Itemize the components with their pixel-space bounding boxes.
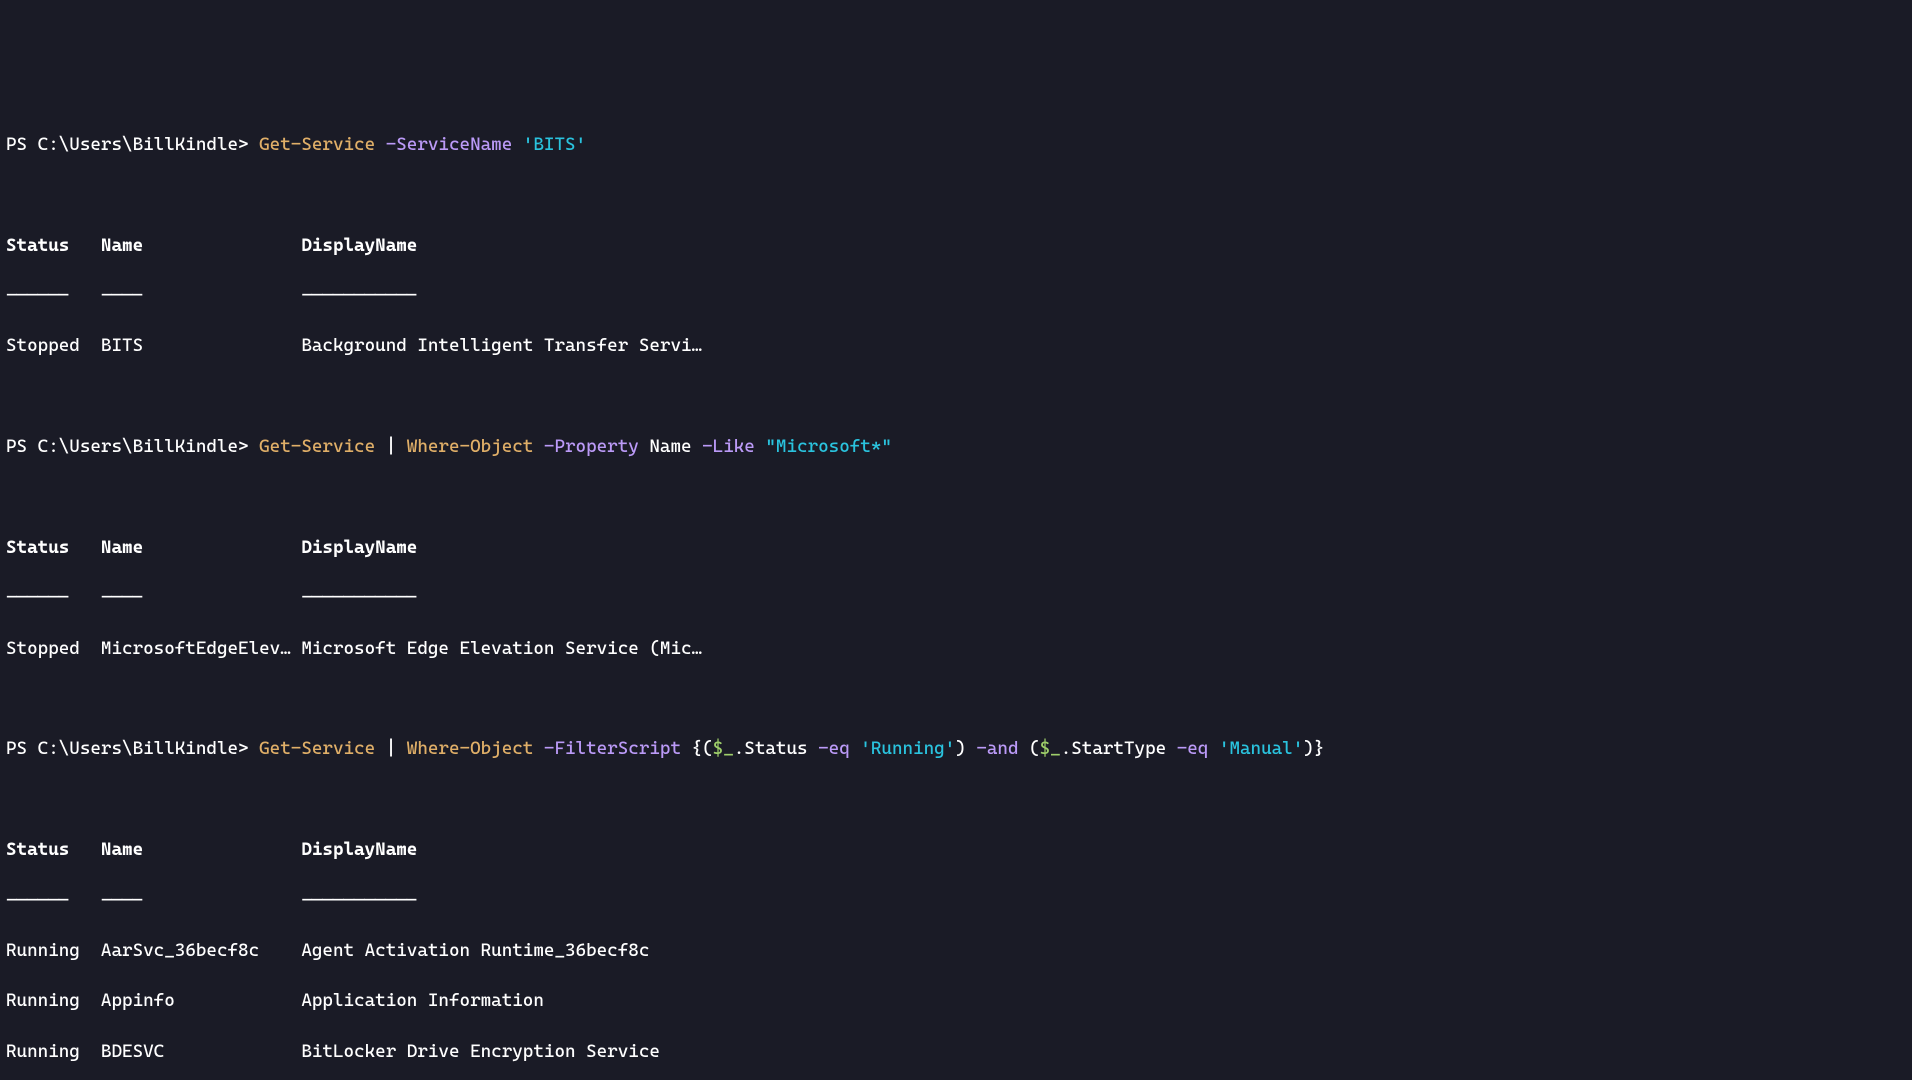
paren: (	[1029, 738, 1040, 759]
col-displayname: DisplayName	[301, 537, 417, 558]
dash: ------	[6, 890, 101, 911]
paren: )	[955, 738, 966, 759]
table-header: Status Name DisplayName	[6, 837, 1906, 862]
parameter: -FilterScript	[544, 738, 681, 759]
command-line-3[interactable]: PS C:\Users\BillKindle> Get-Service | Wh…	[6, 736, 1906, 761]
property: .Status	[734, 738, 808, 759]
dash: -----------	[301, 285, 417, 306]
col-status: Status	[6, 235, 101, 256]
dash: ----	[101, 587, 301, 608]
cell-name: MicrosoftEdgeElev…	[101, 638, 301, 659]
cell-status: Running	[6, 1041, 101, 1062]
table-divider: ------ ---- -----------	[6, 888, 1906, 913]
string-arg: "Microsoft*"	[765, 436, 892, 457]
col-name: Name	[101, 839, 301, 860]
pipe: |	[386, 738, 397, 759]
variable: $_	[1040, 738, 1061, 759]
cell-status: Running	[6, 990, 101, 1011]
terminal-output: PS C:\Users\BillKindle> Get-Service -Ser…	[6, 107, 1906, 1080]
cell-displayname: Background Intelligent Transfer Servi…	[301, 335, 702, 356]
parameter: -ServiceName	[386, 134, 513, 155]
string-arg: 'Manual'	[1219, 738, 1303, 759]
dash: ------	[6, 285, 101, 306]
col-displayname: DisplayName	[301, 235, 417, 256]
table-row: Stopped BITS Background Intelligent Tran…	[6, 333, 1906, 358]
cell-status: Stopped	[6, 638, 101, 659]
cell-displayname: Application Information	[301, 990, 544, 1011]
cmdlet: Where-Object	[407, 738, 534, 759]
operator: -Like	[702, 436, 755, 457]
operator: -eq	[1177, 738, 1209, 759]
cell-displayname: BitLocker Drive Encryption Service	[301, 1041, 660, 1062]
pipe: |	[386, 436, 397, 457]
dash: ------	[6, 587, 101, 608]
cell-status: Stopped	[6, 335, 101, 356]
table-header: Status Name DisplayName	[6, 233, 1906, 258]
cmdlet: Get-Service	[259, 134, 375, 155]
prompt: PS C:\Users\BillKindle>	[6, 738, 259, 759]
cell-displayname: Agent Activation Runtime_36becf8c	[301, 940, 649, 961]
cell-name: Appinfo	[101, 990, 301, 1011]
cmdlet: Where-Object	[407, 436, 534, 457]
col-name: Name	[101, 537, 301, 558]
cell-name: BDESVC	[101, 1041, 301, 1062]
parameter: -Property	[544, 436, 639, 457]
brace: {	[692, 738, 703, 759]
command-line-2[interactable]: PS C:\Users\BillKindle> Get-Service | Wh…	[6, 434, 1906, 459]
cmdlet: Get-Service	[259, 738, 375, 759]
property: .StartType	[1061, 738, 1166, 759]
cell-name: BITS	[101, 335, 301, 356]
property-name: Name	[649, 436, 691, 457]
dash: -----------	[301, 890, 417, 911]
string-arg: 'Running'	[860, 738, 955, 759]
table-row: Stopped MicrosoftEdgeElev… Microsoft Edg…	[6, 636, 1906, 661]
table-divider: ------ ---- -----------	[6, 283, 1906, 308]
table-row: Running Appinfo Application Information	[6, 988, 1906, 1013]
dash: -----------	[301, 587, 417, 608]
prompt: PS C:\Users\BillKindle>	[6, 134, 259, 155]
table-row: Running AarSvc_36becf8c Agent Activation…	[6, 938, 1906, 963]
paren: (	[702, 738, 713, 759]
cell-status: Running	[6, 940, 101, 961]
variable: $_	[713, 738, 734, 759]
dash: ----	[101, 285, 301, 306]
operator: -and	[976, 738, 1018, 759]
prompt: PS C:\Users\BillKindle>	[6, 436, 259, 457]
string-arg: 'BITS'	[523, 134, 586, 155]
operator: -eq	[818, 738, 850, 759]
cmdlet: Get-Service	[259, 436, 375, 457]
dash: ----	[101, 890, 301, 911]
col-status: Status	[6, 839, 101, 860]
table-header: Status Name DisplayName	[6, 535, 1906, 560]
brace: }	[1314, 738, 1325, 759]
command-line-1[interactable]: PS C:\Users\BillKindle> Get-Service -Ser…	[6, 132, 1906, 157]
col-name: Name	[101, 235, 301, 256]
table-divider: ------ ---- -----------	[6, 585, 1906, 610]
col-displayname: DisplayName	[301, 839, 417, 860]
paren: )	[1303, 738, 1314, 759]
cell-displayname: Microsoft Edge Elevation Service (Mic…	[301, 638, 702, 659]
col-status: Status	[6, 537, 101, 558]
cell-name: AarSvc_36becf8c	[101, 940, 301, 961]
table-row: Running BDESVC BitLocker Drive Encryptio…	[6, 1039, 1906, 1064]
